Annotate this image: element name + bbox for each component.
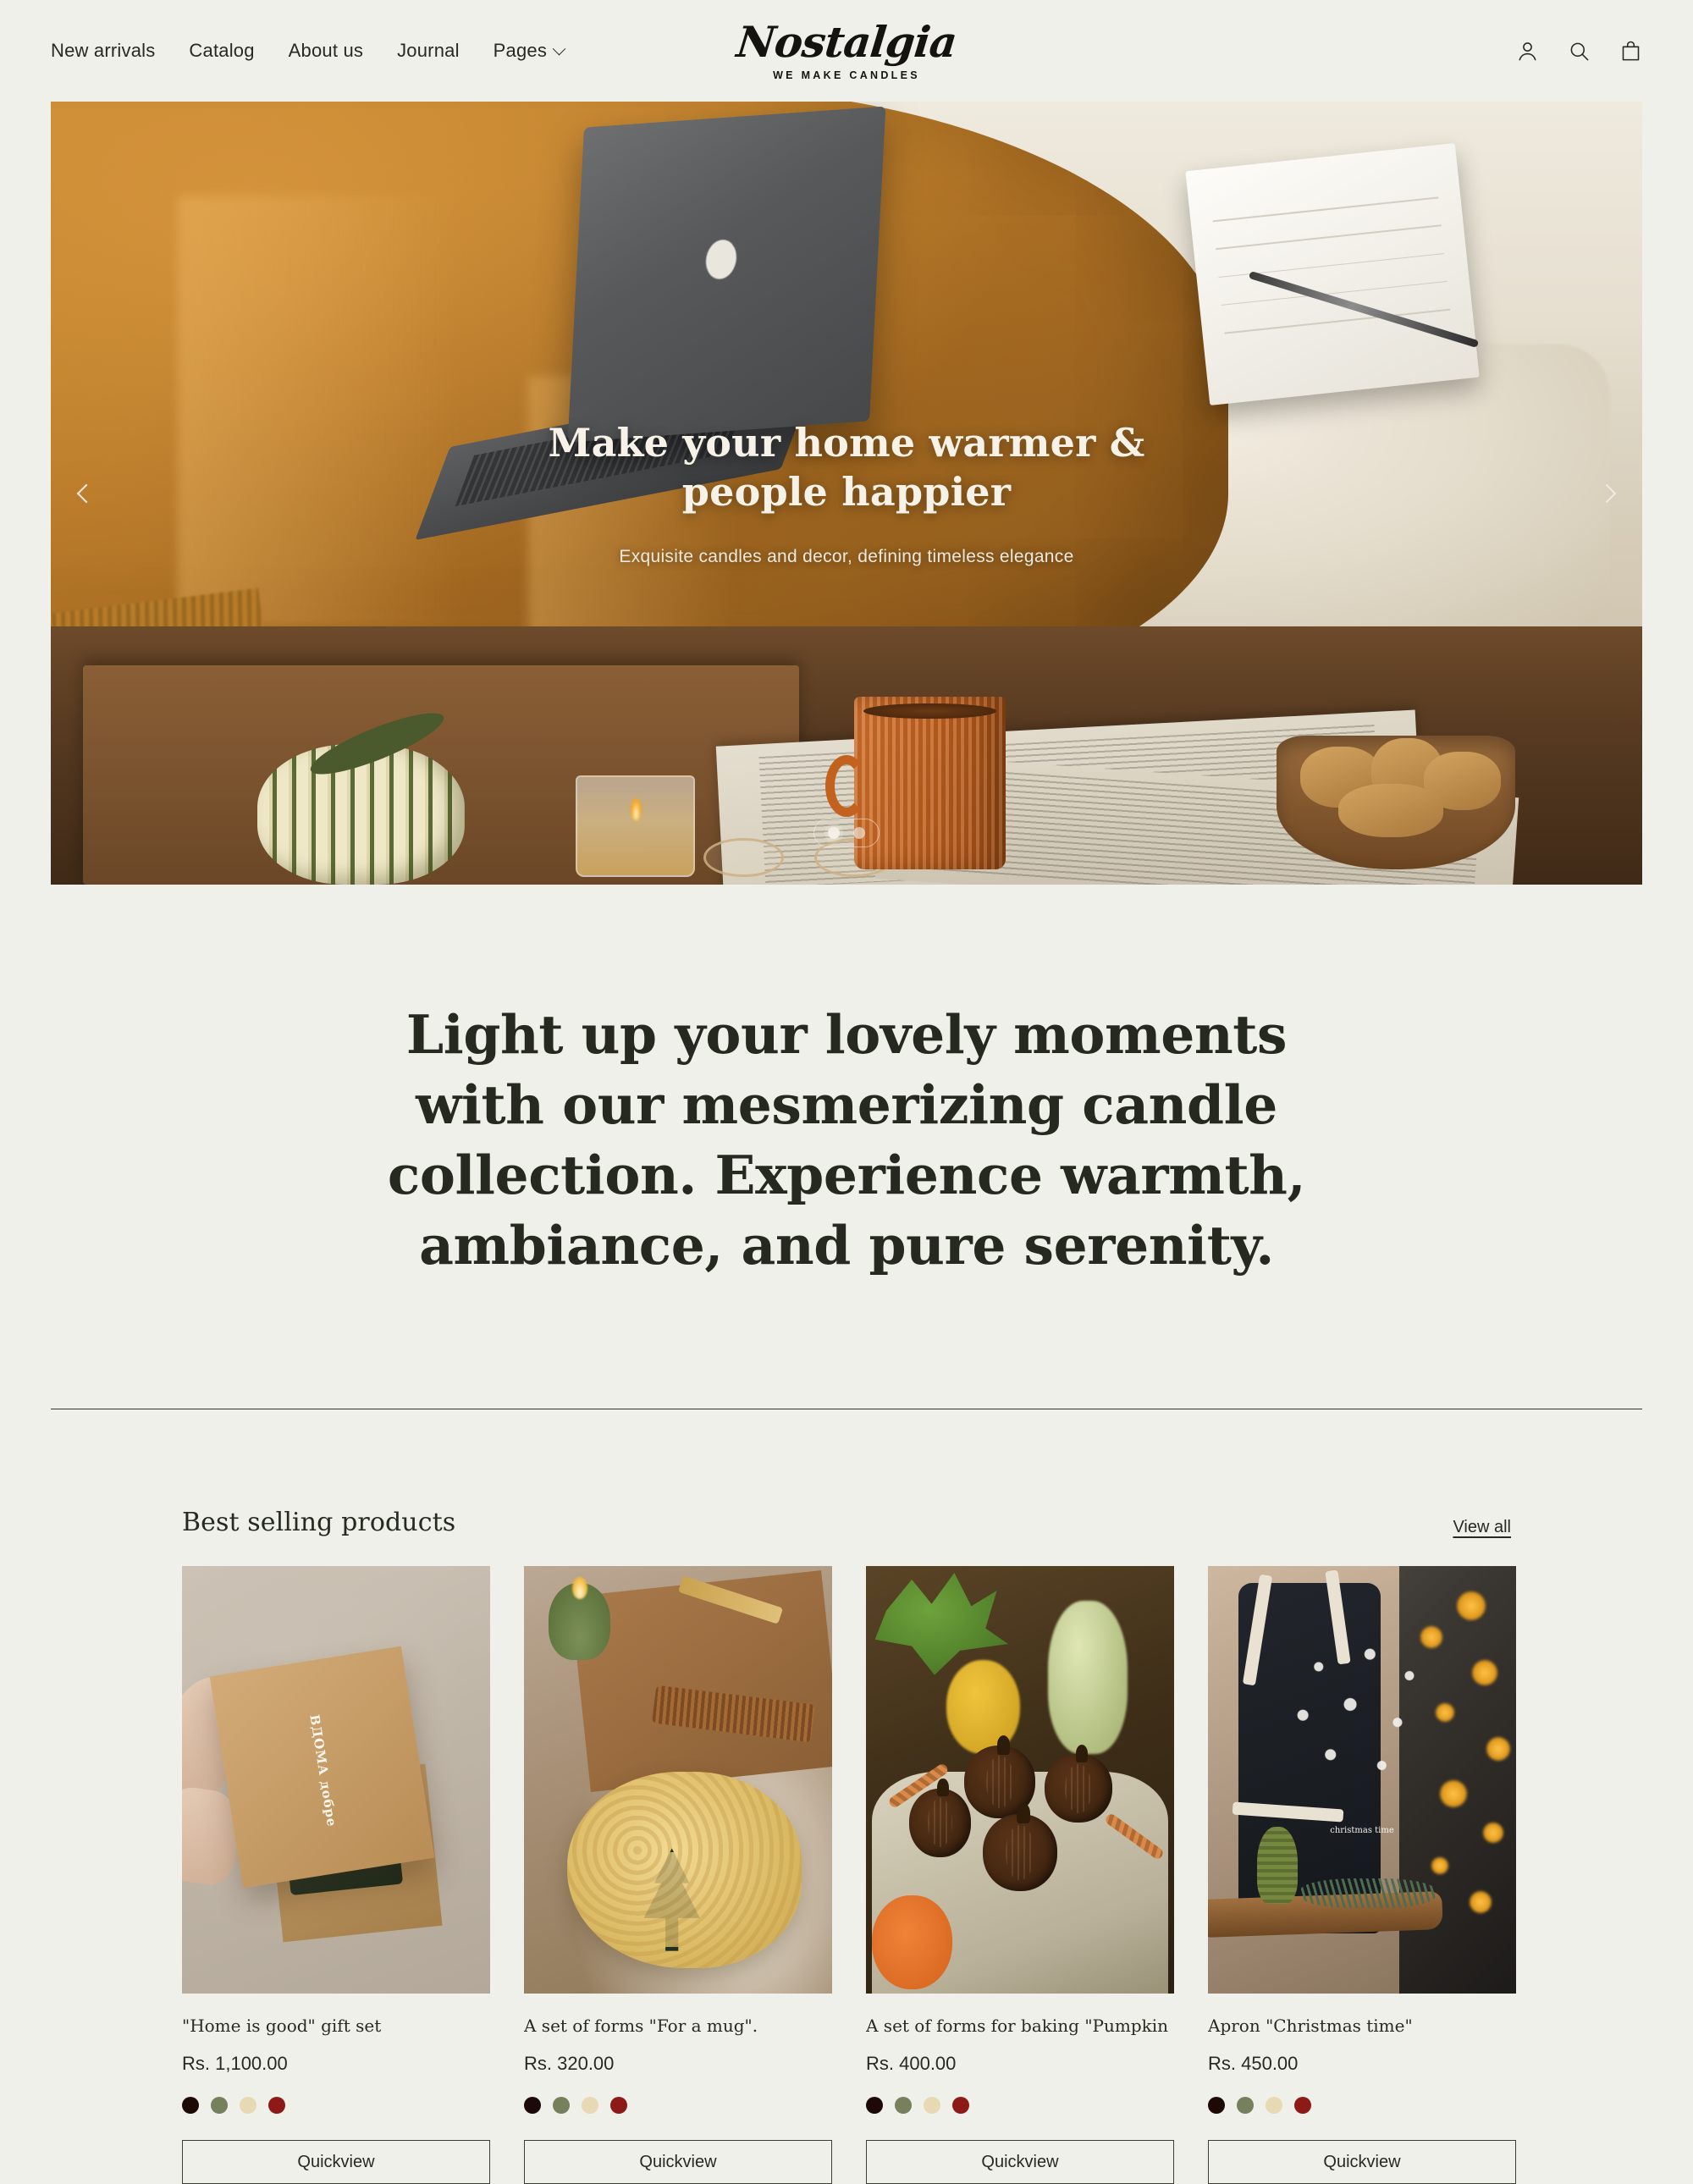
swatch-cream[interactable]: [582, 2097, 598, 2115]
quickview-button[interactable]: Quickview: [524, 2140, 832, 2184]
product-name: A set of forms for baking "Pumpkin: [866, 2016, 1169, 2037]
swatch-red[interactable]: [952, 2097, 969, 2115]
product-card: A set of forms for baking "Pumpkin Rs. 4…: [866, 1566, 1174, 2184]
shopping-bag-icon[interactable]: [1619, 40, 1642, 63]
swatch-black[interactable]: [524, 2097, 541, 2115]
swatch-black[interactable]: [1208, 2097, 1225, 2115]
color-swatches: [182, 2097, 490, 2115]
product-price: Rs. 1,100.00: [182, 2053, 288, 2075]
search-icon[interactable]: [1568, 40, 1591, 63]
color-swatches: [866, 2097, 1174, 2115]
best-selling-section: Best selling products View all ВДОМА доб…: [0, 1409, 1693, 2184]
logo-tagline: WE MAKE CANDLES: [773, 69, 920, 81]
product-card: ВДОМА добре "Home is good" gift set Rs. …: [182, 1566, 490, 2184]
swatch-red[interactable]: [268, 2097, 285, 2115]
carousel-dot-2[interactable]: [853, 827, 865, 839]
swatch-red[interactable]: [610, 2097, 627, 2115]
nav-item-about-us[interactable]: About us: [289, 40, 363, 62]
hero-title: Make your home warmer & people happier: [548, 419, 1144, 516]
product-image-gift-set[interactable]: ВДОМА добре: [182, 1566, 490, 1994]
chevron-left-icon: [76, 483, 97, 503]
carousel-dot-1[interactable]: [828, 827, 840, 839]
nav-label: Pages: [493, 40, 548, 61]
product-name: Apron "Christmas time": [1208, 2016, 1413, 2037]
site-header: New arrivals Catalog About us Journal Pa…: [0, 0, 1693, 102]
account-icon[interactable]: [1516, 40, 1539, 63]
apron-print-text: christmas time: [1330, 1825, 1394, 1835]
gift-box-text: ВДОМА добре: [306, 1713, 339, 1829]
product-name: A set of forms "For a mug".: [524, 2016, 758, 2037]
swatch-green[interactable]: [1237, 2097, 1254, 2115]
swatch-green[interactable]: [211, 2097, 228, 2115]
product-grid: ВДОМА добре "Home is good" gift set Rs. …: [182, 1566, 1516, 2184]
product-image-mug-forms[interactable]: [524, 1566, 832, 1994]
swatch-cream[interactable]: [1266, 2097, 1282, 2115]
swatch-cream[interactable]: [240, 2097, 256, 2115]
section-title: Best selling products: [182, 1508, 456, 1538]
nav-item-new-arrivals[interactable]: New arrivals: [51, 40, 155, 62]
swatch-black[interactable]: [182, 2097, 199, 2115]
product-image-apron[interactable]: christmas time: [1208, 1566, 1516, 1994]
product-price: Rs. 450.00: [1208, 2053, 1299, 2075]
hero-title-line-2: people happier: [681, 468, 1012, 515]
color-swatches: [1208, 2097, 1516, 2115]
product-card: christmas time Apron "Christmas time" Rs: [1208, 1566, 1516, 2184]
product-card: A set of forms "For a mug". Rs. 320.00 Q…: [524, 1566, 832, 2184]
nav-item-journal[interactable]: Journal: [397, 40, 460, 62]
hero-text-overlay: Make your home warmer & people happier E…: [51, 102, 1642, 885]
quickview-button[interactable]: Quickview: [182, 2140, 490, 2184]
swatch-cream[interactable]: [924, 2097, 940, 2115]
carousel-next-button[interactable]: [1588, 475, 1625, 512]
nav-item-pages[interactable]: Pages: [493, 40, 566, 62]
statement-section: Light up your lovely moments with our me…: [0, 885, 1693, 1409]
product-price: Rs. 320.00: [524, 2053, 615, 2075]
section-header: Best selling products View all: [182, 1508, 1511, 1537]
chevron-right-icon: [1596, 483, 1617, 503]
carousel-prev-button[interactable]: [68, 475, 105, 512]
chevron-down-icon: [552, 41, 566, 55]
hero-subtitle: Exquisite candles and decor, defining ti…: [619, 547, 1074, 566]
view-all-link[interactable]: View all: [1453, 1518, 1511, 1537]
swatch-green[interactable]: [895, 2097, 912, 2115]
swatch-red[interactable]: [1294, 2097, 1311, 2115]
hero-carousel: Make your home warmer & people happier E…: [51, 102, 1642, 885]
color-swatches: [524, 2097, 832, 2115]
statement-heading: Light up your lovely moments with our me…: [387, 1003, 1306, 1277]
product-image-pumpkin-forms[interactable]: [866, 1566, 1174, 1994]
nav-label: New arrivals: [51, 40, 156, 61]
nav-label: About us: [288, 40, 364, 61]
nav-label: Journal: [397, 40, 460, 61]
swatch-black[interactable]: [866, 2097, 883, 2115]
quickview-button[interactable]: Quickview: [1208, 2140, 1516, 2184]
header-icon-group: [1516, 40, 1642, 63]
logo-wordmark: Nostalgia: [734, 16, 959, 67]
site-logo[interactable]: Nostalgia WE MAKE CANDLES: [734, 16, 959, 81]
product-price: Rs. 400.00: [866, 2053, 957, 2075]
product-name: "Home is good" gift set: [182, 2016, 382, 2037]
carousel-pagination: [813, 819, 880, 847]
main-navigation: New arrivals Catalog About us Journal Pa…: [51, 40, 566, 62]
nav-label: Catalog: [189, 40, 255, 61]
swatch-green[interactable]: [553, 2097, 570, 2115]
quickview-button[interactable]: Quickview: [866, 2140, 1174, 2184]
hero-title-line-1: Make your home warmer &: [548, 420, 1145, 466]
nav-item-catalog[interactable]: Catalog: [189, 40, 254, 62]
